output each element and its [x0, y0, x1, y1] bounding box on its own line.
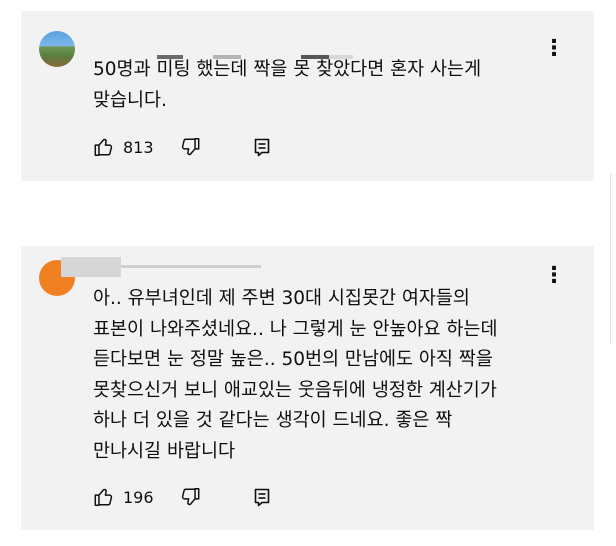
comment-author-meta [61, 257, 261, 277]
scrollbar[interactable] [610, 173, 616, 344]
like-button[interactable]: 813 [93, 135, 154, 159]
thumbs-up-icon [93, 136, 115, 158]
thumbs-down-icon [179, 136, 201, 158]
comment-actions: 196 [93, 485, 271, 509]
comment-text: 아.. 유부녀인데 제 주변 30대 시집못간 여자들의 표본이 나와주셨네요.… [93, 288, 498, 462]
comment-actions: 813 [93, 135, 271, 159]
more-options-icon[interactable]: ⋮ [543, 265, 565, 287]
comment-card: ⋮ 아.. 유부녀인데 제 주변 30대 시집못간 여자들의 표본이 나와주셨네… [21, 246, 594, 530]
dislike-button[interactable] [179, 135, 201, 159]
like-count: 196 [123, 487, 154, 507]
comment-card: ⋮ 50명과 미팅 했는데 짝을 못 찾았다면 혼자 사는게 맞습니다. 813 [21, 11, 594, 181]
thumbs-down-icon [179, 486, 201, 508]
reply-icon [253, 487, 271, 507]
like-count: 813 [123, 137, 154, 157]
reply-button[interactable] [253, 485, 271, 509]
dislike-button[interactable] [179, 485, 201, 509]
like-button[interactable]: 196 [93, 485, 154, 509]
thumbs-up-icon [93, 486, 115, 508]
comment-text: 50명과 미팅 했는데 짝을 못 찾았다면 혼자 사는게 맞습니다. [93, 59, 482, 111]
reply-icon [253, 137, 271, 157]
reply-button[interactable] [253, 135, 271, 159]
avatar[interactable] [39, 31, 75, 67]
